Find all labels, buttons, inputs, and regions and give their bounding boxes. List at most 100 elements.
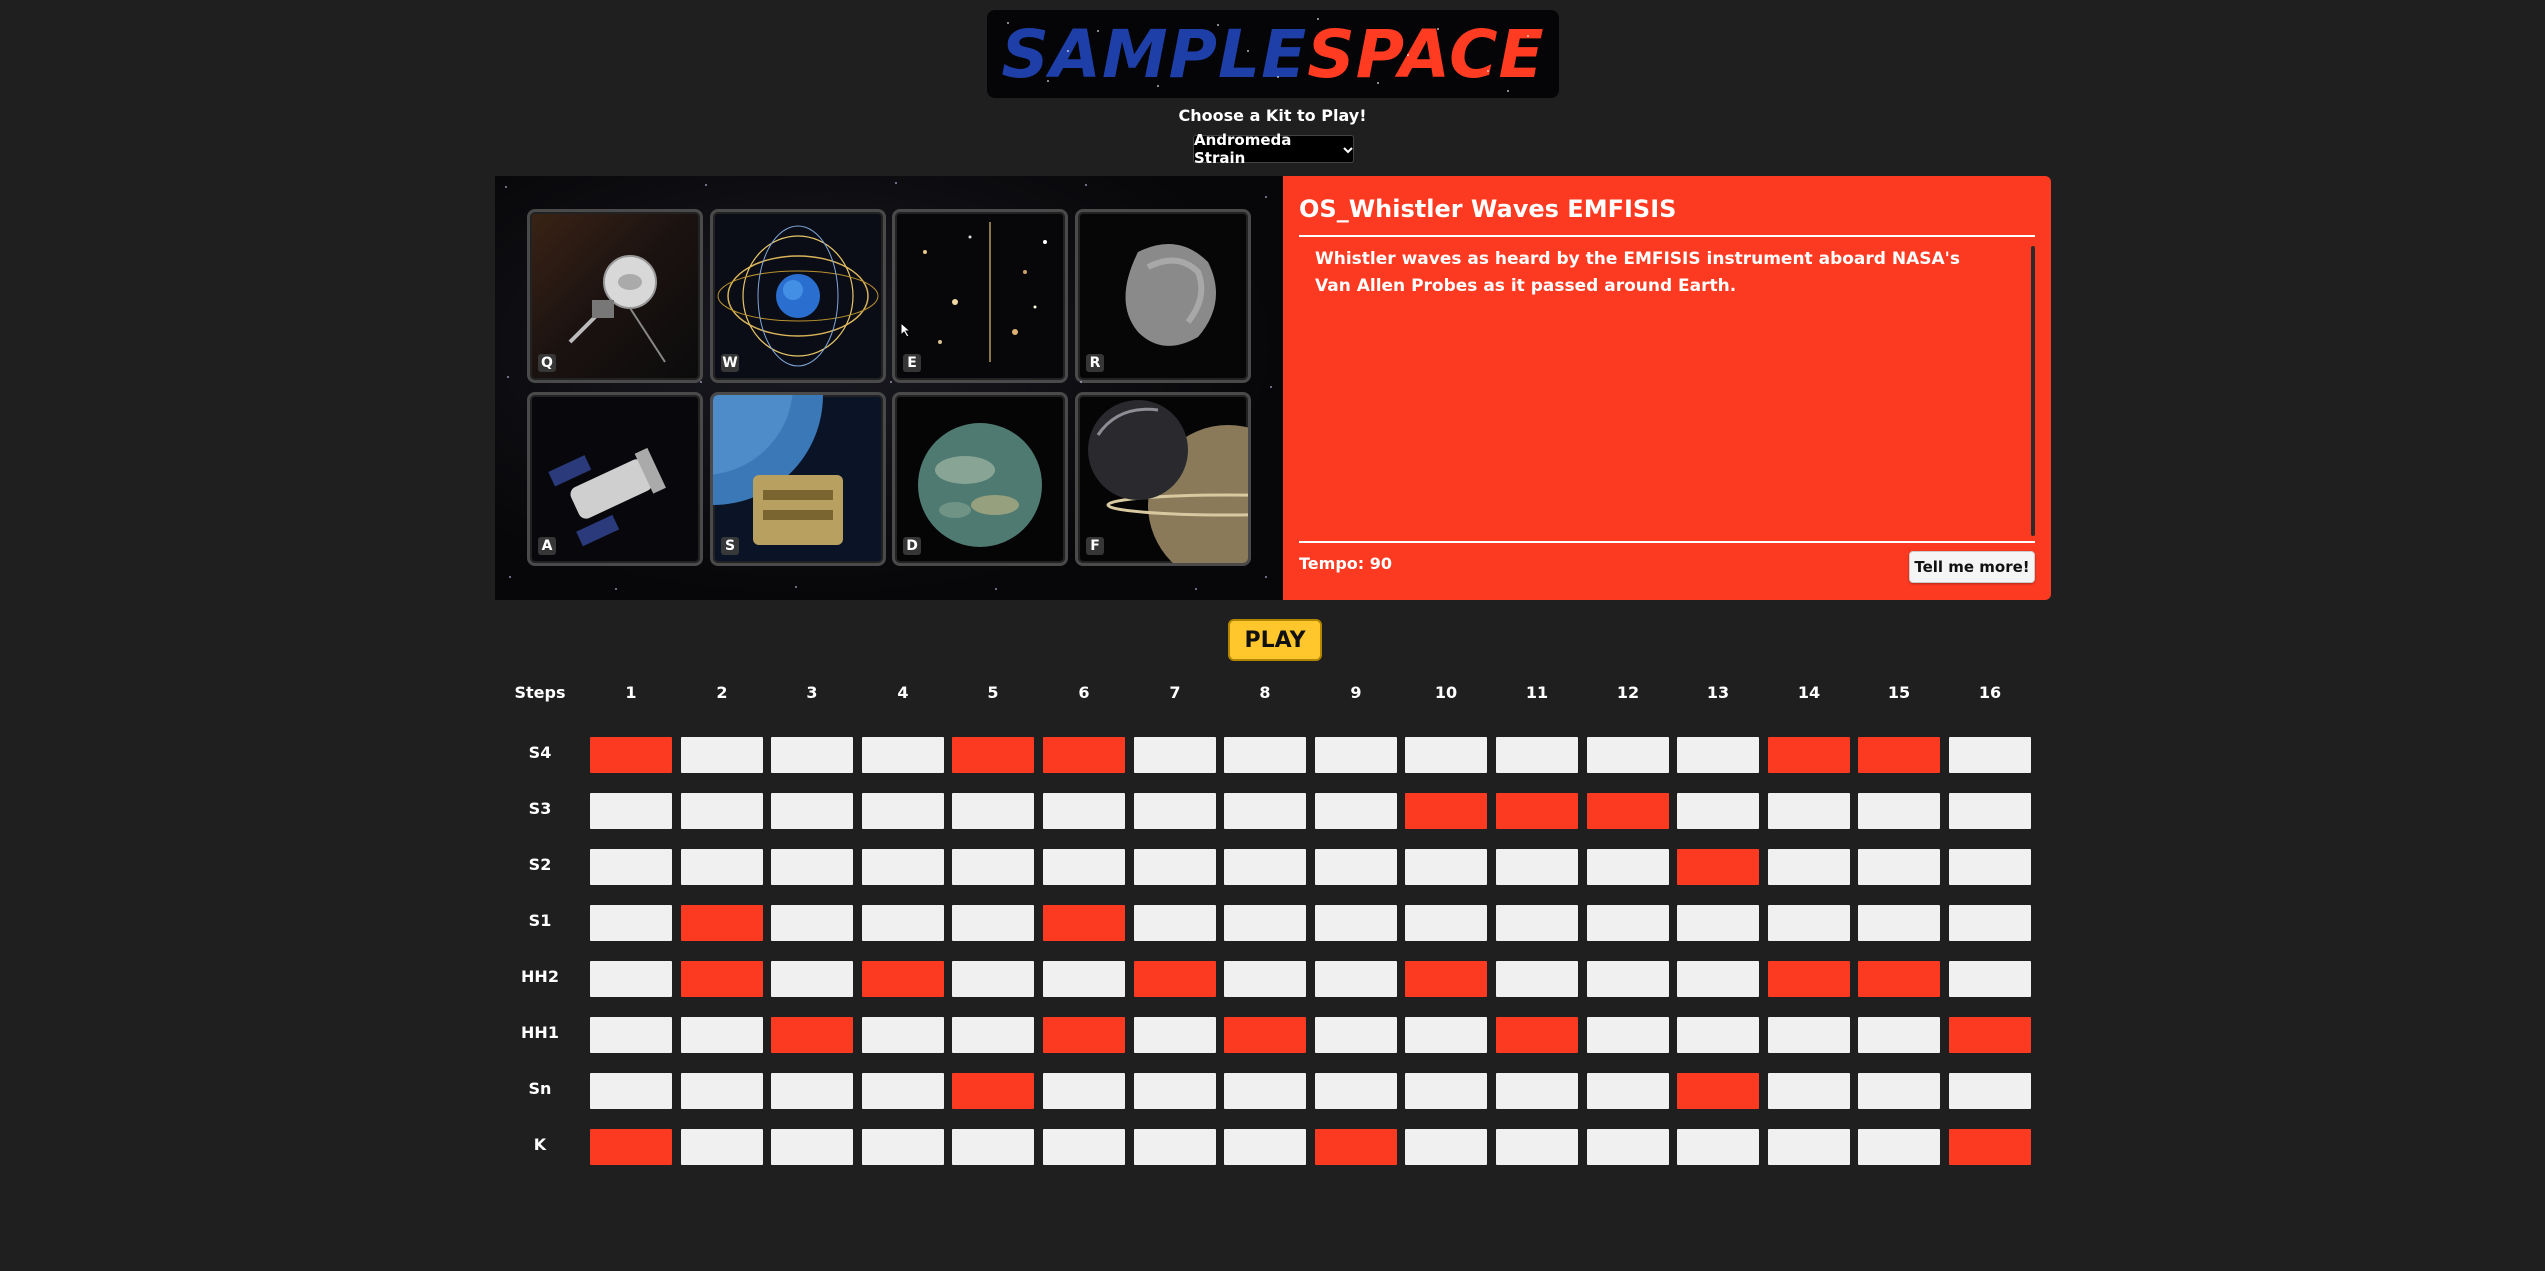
step-cell[interactable] <box>1677 793 1759 829</box>
step-cell[interactable] <box>1405 1017 1487 1053</box>
step-cell[interactable] <box>862 793 944 829</box>
description-scrollbar[interactable] <box>2031 246 2035 536</box>
step-cell[interactable] <box>1043 849 1125 885</box>
step-cell[interactable] <box>681 961 763 997</box>
pad-e[interactable]: E <box>892 209 1068 383</box>
step-cell[interactable] <box>1496 1017 1578 1053</box>
step-cell[interactable] <box>1496 961 1578 997</box>
step-cell[interactable] <box>1043 1017 1125 1053</box>
step-cell[interactable] <box>1315 1073 1397 1109</box>
step-cell[interactable] <box>1587 849 1669 885</box>
step-cell[interactable] <box>952 1073 1034 1109</box>
step-cell[interactable] <box>1315 1017 1397 1053</box>
step-cell[interactable] <box>1315 849 1397 885</box>
step-cell[interactable] <box>1949 905 2031 941</box>
step-cell[interactable] <box>771 905 853 941</box>
step-cell[interactable] <box>771 1129 853 1165</box>
step-cell[interactable] <box>952 1017 1034 1053</box>
step-cell[interactable] <box>1768 1017 1850 1053</box>
step-cell[interactable] <box>1134 1017 1216 1053</box>
step-cell[interactable] <box>1496 1129 1578 1165</box>
step-cell[interactable] <box>590 1129 672 1165</box>
step-cell[interactable] <box>1587 961 1669 997</box>
step-cell[interactable] <box>681 793 763 829</box>
step-cell[interactable] <box>1134 849 1216 885</box>
step-cell[interactable] <box>952 961 1034 997</box>
step-cell[interactable] <box>1949 1073 2031 1109</box>
tell-me-more-button[interactable]: Tell me more! <box>1909 551 2035 583</box>
step-cell[interactable] <box>1043 1129 1125 1165</box>
step-cell[interactable] <box>952 737 1034 773</box>
step-cell[interactable] <box>1043 961 1125 997</box>
step-cell[interactable] <box>1768 793 1850 829</box>
step-cell[interactable] <box>1134 905 1216 941</box>
step-cell[interactable] <box>590 1073 672 1109</box>
step-cell[interactable] <box>1587 1017 1669 1053</box>
step-cell[interactable] <box>862 737 944 773</box>
pad-w[interactable]: W <box>710 209 886 383</box>
step-cell[interactable] <box>1677 849 1759 885</box>
step-cell[interactable] <box>771 1073 853 1109</box>
step-cell[interactable] <box>1677 1073 1759 1109</box>
step-cell[interactable] <box>1043 1073 1125 1109</box>
play-button[interactable]: PLAY <box>1228 619 1322 661</box>
step-cell[interactable] <box>952 849 1034 885</box>
step-cell[interactable] <box>1405 961 1487 997</box>
kit-select[interactable]: Andromeda Strain <box>1193 131 1354 167</box>
step-cell[interactable] <box>681 737 763 773</box>
step-cell[interactable] <box>1134 961 1216 997</box>
step-cell[interactable] <box>1134 1073 1216 1109</box>
step-cell[interactable] <box>1405 1073 1487 1109</box>
step-cell[interactable] <box>590 793 672 829</box>
step-cell[interactable] <box>590 905 672 941</box>
step-cell[interactable] <box>1949 737 2031 773</box>
step-cell[interactable] <box>1043 737 1125 773</box>
step-cell[interactable] <box>1224 737 1306 773</box>
step-cell[interactable] <box>952 1129 1034 1165</box>
step-cell[interactable] <box>1315 1129 1397 1165</box>
step-cell[interactable] <box>862 961 944 997</box>
step-cell[interactable] <box>1768 737 1850 773</box>
step-cell[interactable] <box>1224 849 1306 885</box>
step-cell[interactable] <box>1315 961 1397 997</box>
step-cell[interactable] <box>1677 737 1759 773</box>
step-cell[interactable] <box>1496 905 1578 941</box>
step-cell[interactable] <box>1858 1129 1940 1165</box>
step-cell[interactable] <box>1858 1017 1940 1053</box>
step-cell[interactable] <box>1496 849 1578 885</box>
step-cell[interactable] <box>1677 961 1759 997</box>
step-cell[interactable] <box>681 1129 763 1165</box>
step-cell[interactable] <box>1768 961 1850 997</box>
step-cell[interactable] <box>590 1017 672 1053</box>
step-cell[interactable] <box>1858 849 1940 885</box>
step-cell[interactable] <box>1496 1073 1578 1109</box>
step-cell[interactable] <box>1405 793 1487 829</box>
step-cell[interactable] <box>590 737 672 773</box>
step-cell[interactable] <box>681 905 763 941</box>
step-cell[interactable] <box>862 1073 944 1109</box>
step-cell[interactable] <box>1587 737 1669 773</box>
step-cell[interactable] <box>952 905 1034 941</box>
step-cell[interactable] <box>771 737 853 773</box>
step-cell[interactable] <box>1224 961 1306 997</box>
step-cell[interactable] <box>1677 1017 1759 1053</box>
step-cell[interactable] <box>1858 1073 1940 1109</box>
step-cell[interactable] <box>1043 793 1125 829</box>
step-cell[interactable] <box>1405 849 1487 885</box>
step-cell[interactable] <box>1224 793 1306 829</box>
step-cell[interactable] <box>1315 905 1397 941</box>
step-cell[interactable] <box>1768 1129 1850 1165</box>
step-cell[interactable] <box>771 849 853 885</box>
step-cell[interactable] <box>681 1017 763 1053</box>
pad-s[interactable]: S <box>710 392 886 566</box>
step-cell[interactable] <box>771 961 853 997</box>
step-cell[interactable] <box>681 849 763 885</box>
step-cell[interactable] <box>1587 1129 1669 1165</box>
step-cell[interactable] <box>1134 737 1216 773</box>
step-cell[interactable] <box>862 1129 944 1165</box>
step-cell[interactable] <box>771 793 853 829</box>
step-cell[interactable] <box>1496 793 1578 829</box>
step-cell[interactable] <box>1224 1073 1306 1109</box>
step-cell[interactable] <box>862 849 944 885</box>
step-cell[interactable] <box>681 1073 763 1109</box>
